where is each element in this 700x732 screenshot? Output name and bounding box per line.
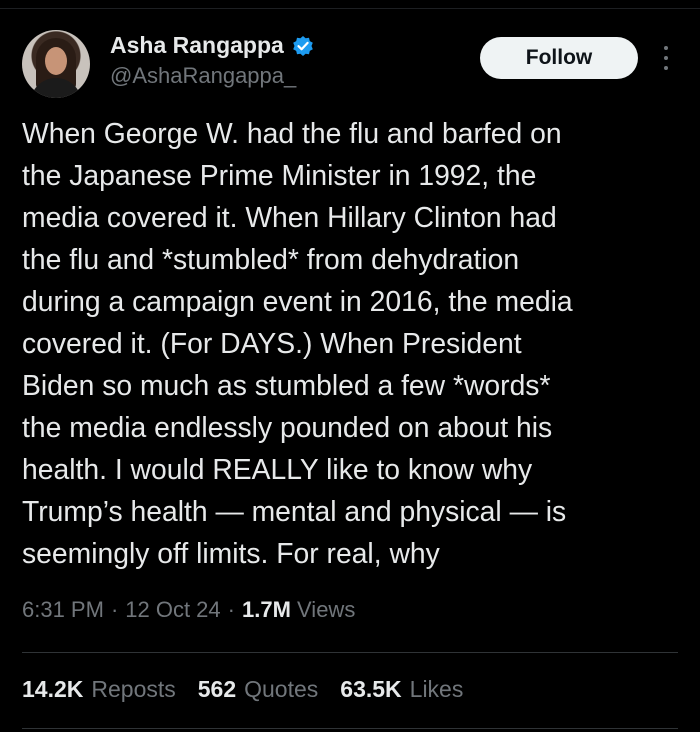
follow-button[interactable]: Follow <box>480 37 638 79</box>
likes-label: Likes <box>409 676 464 702</box>
display-name[interactable]: Asha Rangappa <box>110 32 284 59</box>
quotes-label: Quotes <box>244 676 319 702</box>
verified-badge-icon[interactable] <box>292 35 314 57</box>
meta-separator: · <box>227 597 235 622</box>
views-label: Views <box>297 597 356 622</box>
vertical-ellipsis-icon[interactable] <box>658 42 674 74</box>
quotes-count: 562 <box>197 676 237 702</box>
quotes-stat[interactable]: 562 Quotes <box>198 676 319 703</box>
tweet-text: When George W. had the flu and barfed on… <box>22 117 573 569</box>
avatar[interactable] <box>22 30 90 98</box>
tweet-time[interactable]: 6:31 PM <box>22 597 104 623</box>
tweet-meta: 6:31 PM · 12 Oct 24 · 1.7M Views <box>22 597 355 623</box>
likes-stat[interactable]: 63.5K Likes <box>340 676 463 703</box>
handle[interactable]: @AshaRangappa_ <box>110 63 314 89</box>
reposts-label: Reposts <box>91 676 176 702</box>
reposts-count: 14.2K <box>22 676 84 702</box>
views-count: 1.7M <box>241 597 291 622</box>
author-info[interactable]: Asha Rangappa @AshaRangappa_ <box>110 32 314 89</box>
divider <box>22 652 678 653</box>
views[interactable]: 1.7M Views <box>242 597 355 623</box>
likes-count: 63.5K <box>340 676 402 702</box>
tweet-header: Asha Rangappa @AshaRangappa_ Follow <box>22 30 682 102</box>
divider <box>22 728 678 729</box>
engagement-stats: 14.2K Reposts 562 Quotes 63.5K Likes <box>22 676 463 703</box>
top-divider <box>0 8 700 9</box>
meta-separator: · <box>110 597 119 622</box>
reposts-stat[interactable]: 14.2K Reposts <box>22 676 176 703</box>
tweet-date[interactable]: 12 Oct 24 <box>125 597 220 623</box>
